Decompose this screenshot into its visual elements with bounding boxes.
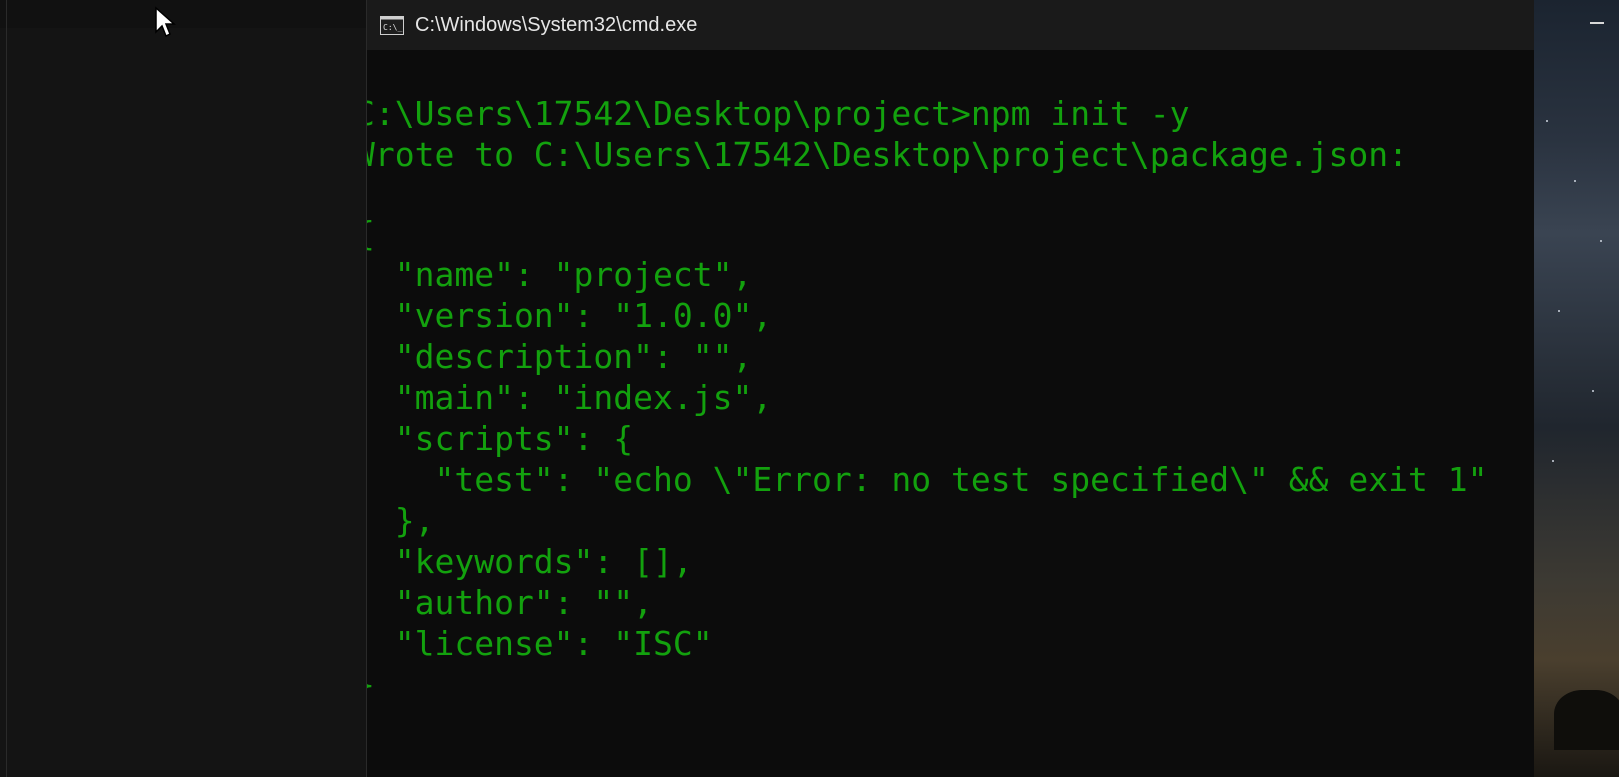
background-window [0, 0, 366, 777]
console-line: "name": "project", [367, 255, 753, 294]
console-line: "test": "echo \"Error: no test specified… [367, 460, 1488, 499]
console-line: "license": "ISC" [367, 624, 713, 663]
console-line: } [367, 665, 375, 705]
console-line: C:\Users\17542\Desktop\project>npm init … [367, 94, 1190, 133]
star-decoration [1558, 310, 1560, 312]
cmd-icon: C:\_ [379, 15, 405, 35]
console-line: }, [394, 501, 435, 540]
cmd-titlebar[interactable]: C:\_ C:\Windows\System32\cmd.exe [367, 0, 1535, 50]
console-line: "scripts": { [367, 419, 634, 458]
console-line: "main": "index.js", [367, 378, 773, 417]
window-title: C:\Windows\System32\cmd.exe [415, 13, 698, 36]
star-decoration [1546, 120, 1548, 122]
mouse-cursor-icon [155, 6, 176, 38]
console-line: "description": "", [367, 337, 753, 376]
star-decoration [1552, 460, 1554, 462]
tree-silhouette [1554, 690, 1619, 750]
console-line: Wrote to C:\Users\17542\Desktop\project\… [367, 135, 1408, 174]
background-window-titlebar [0, 0, 366, 28]
console-line: "keywords": [], [367, 542, 693, 581]
desktop-wallpaper [1534, 0, 1619, 777]
console-line: "author": "", [367, 583, 654, 622]
desktop: C:\_ C:\Windows\System32\cmd.exe C:\User… [0, 0, 1619, 777]
star-decoration [1600, 240, 1602, 242]
star-decoration [1574, 180, 1576, 182]
minimize-icon[interactable] [1590, 22, 1604, 24]
console-line: "version": "1.0.0", [367, 296, 773, 335]
console-output[interactable]: C:\Users\17542\Desktop\project>npm init … [367, 50, 1535, 777]
console-line: { [367, 214, 375, 254]
window-edge-divider [6, 0, 7, 777]
cmd-window[interactable]: C:\_ C:\Windows\System32\cmd.exe C:\User… [366, 0, 1535, 777]
star-decoration [1592, 390, 1594, 392]
svg-text:C:\_: C:\_ [383, 23, 402, 32]
